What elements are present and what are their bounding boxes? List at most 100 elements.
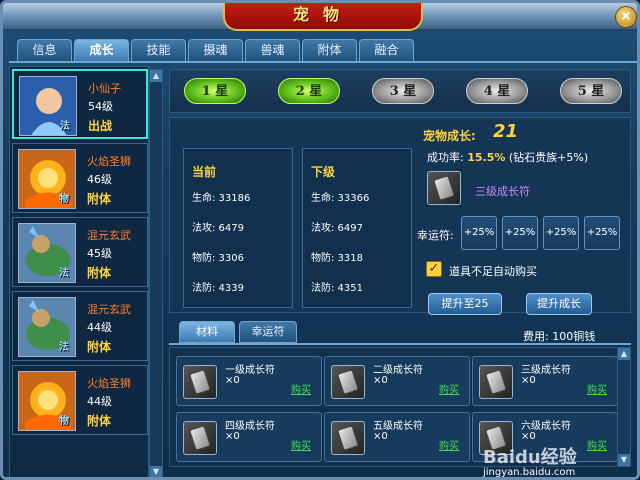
pet-level: 54级 (88, 100, 113, 113)
current-stat-mdef: 法防: 4339 (192, 283, 244, 294)
pet-level: 46级 (87, 173, 112, 186)
title-bar: 宠物 × (3, 3, 637, 31)
pet-role-tag: 法 (59, 342, 69, 353)
pet-list: 法 小仙子 54级 出战 物 火焰圣狮 46级 附体 法 混元玄武 45级 附体 (9, 66, 149, 477)
item-cell: 三级成长符 ×0 购买 (472, 356, 618, 406)
star-badge-3[interactable]: 3 星 (372, 78, 434, 104)
pet-role-tag: 物 (59, 416, 69, 427)
tab-possess[interactable]: 附体 (302, 39, 357, 61)
item-cell: 五级成长符 ×0 购买 (324, 412, 470, 462)
current-stats-box: 当前 生命: 33186 法攻: 6479 物防: 3306 法防: 4339 (183, 148, 293, 308)
scroll-up-icon[interactable]: ▲ (150, 70, 162, 82)
buy-link[interactable]: 购买 (291, 437, 311, 452)
tab-growth[interactable]: 成长 (74, 39, 129, 61)
pet-level: 44级 (87, 321, 112, 334)
pet-window: 宠物 × 信息 成长 技能 摄魂 兽魂 附体 融合 法 小仙子 54级 出战 物… (0, 0, 640, 480)
star-level-bar: 1 星 2 星 3 星 4 星 5 星 (169, 69, 631, 113)
pet-name: 火焰圣狮 (87, 377, 131, 390)
growth-value: 21 (493, 121, 519, 142)
tab-info[interactable]: 信息 (17, 39, 72, 61)
buy-link[interactable]: 购买 (439, 437, 459, 452)
next-stat-hp: 生命: 33366 (311, 193, 370, 204)
tab-skills[interactable]: 技能 (131, 39, 186, 61)
buy-link[interactable]: 购买 (291, 381, 311, 396)
pet-card[interactable]: 法 混元玄武 45级 附体 (12, 217, 148, 287)
buy-link[interactable]: 购买 (439, 381, 459, 396)
upgrade-to-button[interactable]: 提升至25 (428, 293, 502, 315)
pet-card[interactable]: 法 小仙子 54级 出战 (12, 69, 148, 139)
success-rate-note: (钻石贵族+5%) (508, 151, 589, 164)
pet-level: 45级 (87, 247, 112, 260)
scroll-down-icon[interactable]: ▼ (150, 466, 162, 477)
growth-label: 宠物成长: (423, 129, 476, 143)
item-qty: ×0 (521, 375, 536, 386)
luck-label: 幸运符: (417, 229, 454, 242)
pet-status: 附体 (87, 266, 112, 280)
watermark-brand: Baidu经验 (483, 447, 577, 468)
tab-soul-capture[interactable]: 摄魂 (188, 39, 243, 61)
current-stat-pdef: 物防: 3306 (192, 253, 244, 264)
pet-name: 火焰圣狮 (87, 155, 131, 168)
scroll-up-icon[interactable]: ▲ (618, 348, 630, 360)
pet-status: 附体 (87, 340, 112, 354)
pet-status: 附体 (87, 414, 112, 428)
tab-underline (9, 61, 637, 63)
pet-card[interactable]: 法 混元玄武 44级 附体 (12, 291, 148, 361)
success-rate-value: 15.5% (467, 151, 506, 164)
tab-fusion[interactable]: 融合 (359, 39, 414, 61)
item-cell: 四级成长符 ×0 购买 (176, 412, 322, 462)
pet-status: 出战 (88, 119, 113, 133)
current-stat-hp: 生命: 33186 (192, 193, 251, 204)
item-qty: ×0 (225, 431, 240, 442)
next-stats-title: 下级 (311, 165, 336, 179)
star-badge-2[interactable]: 2 星 (278, 78, 340, 104)
title-plate: 宠物 (223, 3, 423, 31)
next-stats-box: 下级 生命: 33366 法攻: 6497 物防: 3318 法防: 4351 (302, 148, 412, 308)
item-cell: 一级成长符 ×0 购买 (176, 356, 322, 406)
buy-link[interactable]: 购买 (587, 381, 607, 396)
next-stat-mdef: 法防: 4351 (311, 283, 363, 294)
item-name: 六级成长符 (521, 421, 571, 432)
pet-card[interactable]: 物 火焰圣狮 44级 附体 (12, 365, 148, 435)
item-slot[interactable] (331, 421, 365, 455)
item-slot[interactable] (183, 365, 217, 399)
item-qty: ×0 (373, 375, 388, 386)
item-name: 二级成长符 (373, 365, 423, 376)
luck-slot-1[interactable]: +25% (461, 216, 497, 250)
tab-luck-charms[interactable]: 幸运符 (239, 321, 297, 343)
pet-level: 44级 (87, 395, 112, 408)
star-badge-5[interactable]: 5 星 (560, 78, 622, 104)
pet-name: 混元玄武 (87, 229, 131, 242)
window-title: 宠物 (292, 5, 353, 24)
tab-materials[interactable]: 材料 (179, 321, 235, 343)
upgrade-growth-button[interactable]: 提升成长 (526, 293, 592, 315)
growth-scroll-icon (336, 425, 360, 451)
star-badge-4[interactable]: 4 星 (466, 78, 528, 104)
next-stat-matk: 法攻: 6497 (311, 223, 363, 234)
growth-scroll-icon (484, 369, 508, 395)
luck-slot-2[interactable]: +25% (502, 216, 538, 250)
item-slot[interactable] (479, 365, 513, 399)
growth-scroll-icon (432, 175, 456, 201)
pet-role-tag: 法 (59, 268, 69, 279)
pet-name: 混元玄武 (87, 303, 131, 316)
luck-slot-3[interactable]: +25% (543, 216, 579, 250)
close-button[interactable]: × (615, 6, 637, 28)
pet-card[interactable]: 物 火焰圣狮 46级 附体 (12, 143, 148, 213)
pet-role-tag: 物 (59, 194, 69, 205)
required-item-slot[interactable] (427, 171, 461, 205)
bottom-tab-underline (169, 343, 631, 345)
item-slot[interactable] (331, 365, 365, 399)
item-slot[interactable] (183, 421, 217, 455)
growth-scroll-icon (188, 369, 212, 395)
tab-beast-soul[interactable]: 兽魂 (245, 39, 300, 61)
star-badge-1[interactable]: 1 星 (184, 78, 246, 104)
pet-list-scrollbar[interactable]: ▲ ▼ (149, 69, 163, 477)
growth-scroll-icon (336, 369, 360, 395)
item-cell: 二级成长符 ×0 购买 (324, 356, 470, 406)
item-qty: ×0 (225, 375, 240, 386)
item-qty: ×0 (373, 431, 388, 442)
auto-buy-checkbox[interactable]: ✓ (426, 261, 442, 277)
current-stats-title: 当前 (192, 165, 217, 179)
luck-slot-4[interactable]: +25% (584, 216, 620, 250)
